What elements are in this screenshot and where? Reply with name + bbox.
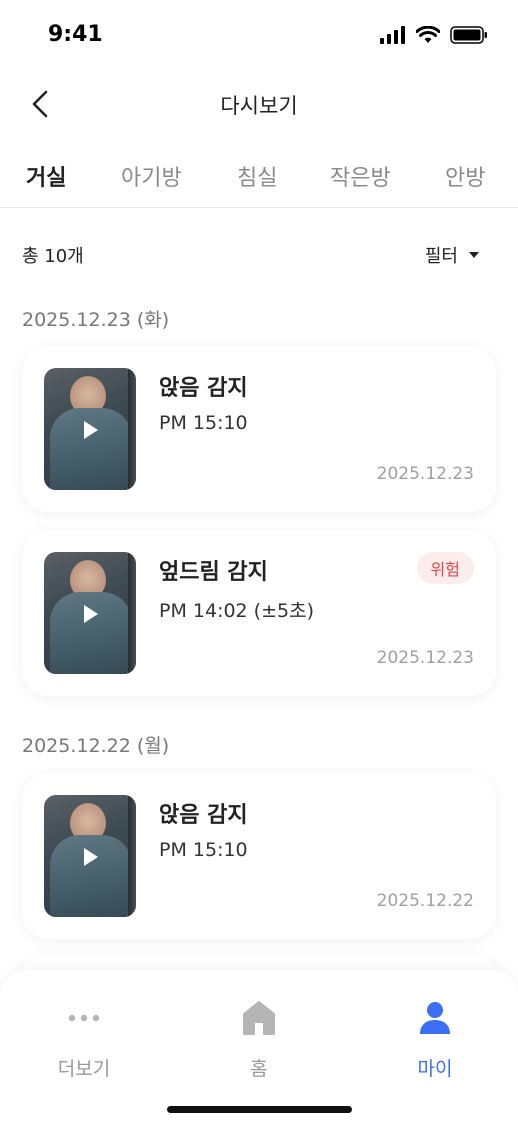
tab-small-room[interactable]: 작은방 [330,160,391,192]
recording-card[interactable]: 앉음 감지 PM 15:10 2025.12.23 [22,346,496,512]
thumbnail-edge [128,368,136,490]
video-thumbnail[interactable] [44,795,136,917]
video-thumbnail[interactable] [44,368,136,490]
card-time: PM 15:10 [159,412,248,434]
nav-home[interactable]: 홈 [199,998,319,1081]
home-icon [243,1001,275,1035]
more-icon [68,1014,100,1022]
filter-button[interactable]: 필터 [425,242,480,268]
play-icon [84,421,98,439]
card-date: 2025.12.23 [376,648,474,668]
play-icon [84,605,98,623]
card-date: 2025.12.22 [376,891,474,911]
home-indicator [167,1106,352,1113]
room-tabs: 거실 아기방 침실 작은방 안방 [0,150,518,208]
nav-more-label: 더보기 [57,1058,111,1080]
card-title: 앉음 감지 [159,376,248,401]
nav-my-label: 마이 [417,1058,453,1080]
nav-header: 다시보기 [0,72,518,138]
card-time: PM 14:02 (±5초) [159,600,314,622]
tab-master-room[interactable]: 안방 [445,160,485,192]
status-bar: 9:41 [0,0,518,72]
date-header: 2025.12.22 (월) [22,735,170,757]
card-title: 앉음 감지 [159,803,248,828]
summary-row: 총 10개 필터 [22,240,480,270]
status-icons [380,26,488,44]
page-title: 다시보기 [220,94,298,118]
caret-down-icon [469,252,479,258]
total-count: 총 10개 [22,246,84,267]
thumbnail-edge [128,552,136,674]
tab-living-room[interactable]: 거실 [26,160,66,192]
battery-icon [450,26,487,44]
filter-label: 필터 [424,246,458,267]
thumbnail-edge [128,795,136,917]
bottom-nav: 더보기 홈 마이 [0,970,518,1124]
nav-my[interactable]: 마이 [375,998,495,1081]
nav-more[interactable]: 더보기 [24,998,144,1081]
nav-home-label: 홈 [250,1058,268,1080]
recording-card[interactable]: 엎드림 감지 위험 PM 14:02 (±5초) 2025.12.23 [22,530,496,696]
tab-bedroom[interactable]: 침실 [237,160,277,192]
person-icon [420,1002,450,1034]
danger-badge: 위험 [416,552,474,584]
card-title: 엎드림 감지 [159,560,268,585]
date-header: 2025.12.23 (화) [22,309,170,331]
recording-card[interactable]: 앉음 감지 PM 15:10 2025.12.22 [22,773,496,939]
tab-baby-room[interactable]: 아기방 [121,160,182,192]
signal-icon [380,26,405,44]
play-icon [84,848,98,866]
video-thumbnail[interactable] [44,552,136,674]
status-time: 9:41 [48,22,103,47]
card-date: 2025.12.23 [376,464,474,484]
card-time: PM 15:10 [159,839,248,861]
wifi-icon [416,26,440,43]
